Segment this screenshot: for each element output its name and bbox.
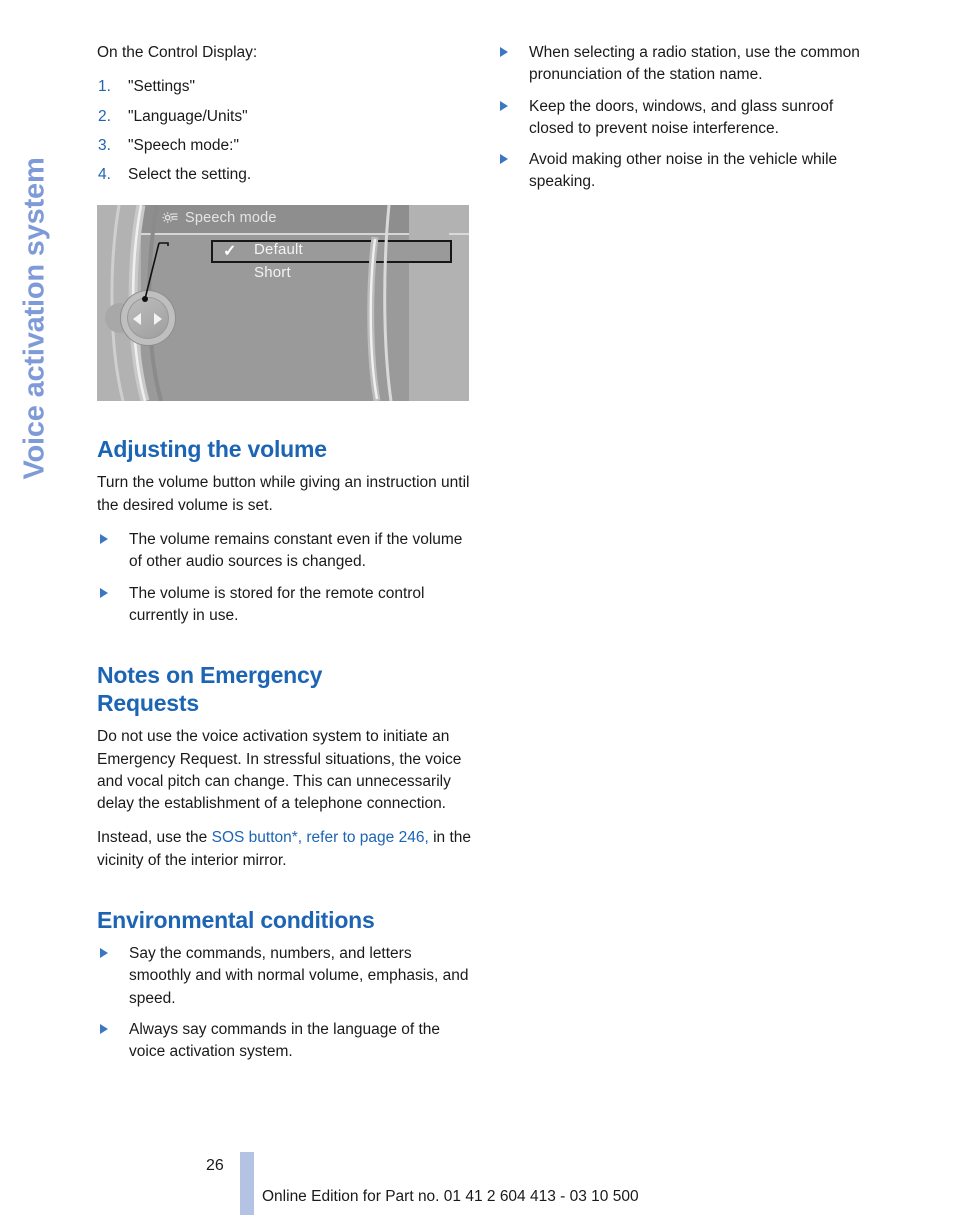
- step-text: "Language/Units": [128, 107, 248, 125]
- list-item: When selecting a radio station, use the …: [497, 42, 873, 87]
- callout-leader-line: [142, 242, 169, 303]
- bullet-list: The volume remains constant even if the …: [97, 529, 473, 627]
- list-item: The volume is stored for the remote cont…: [97, 583, 473, 628]
- step-number: 2.: [98, 107, 111, 125]
- bullet-text: The volume is stored for the remote cont…: [129, 584, 425, 624]
- triangle-bullet-icon: [100, 1023, 108, 1034]
- step-text: "Settings": [128, 78, 196, 96]
- bullet-text: The volume remains constant even if the …: [129, 531, 463, 571]
- step-text: Select the setting.: [128, 166, 252, 184]
- step-number: 3.: [98, 136, 111, 154]
- list-item: 4. Select the setting.: [97, 164, 473, 186]
- section-paragraph: Turn the volume button while giving an i…: [97, 474, 470, 514]
- list-item: Avoid making other noise in the vehicle …: [497, 149, 873, 194]
- list-item: 2. "Language/Units": [97, 106, 473, 128]
- control-display-illustration: Speech mode ✓ Default Short: [97, 205, 469, 402]
- cross-reference-prefix: Instead, use the: [97, 829, 212, 847]
- section-environmental-conditions: Environmental conditions Say the command…: [97, 906, 473, 1063]
- cross-reference-link[interactable]: SOS button*, refer to page 246,: [212, 829, 429, 846]
- bullet-text: Avoid making other noise in the vehicle …: [529, 151, 838, 191]
- section-adjusting-the-volume: Adjusting the volume Turn the volume but…: [97, 435, 473, 627]
- triangle-bullet-icon: [100, 534, 108, 545]
- bullet-text: Always say commands in the language of t…: [129, 1020, 441, 1061]
- section-heading: Adjusting the volume: [97, 436, 327, 463]
- bullet-text: Say the commands, numbers, and letters s…: [129, 945, 469, 1007]
- section-notes-on-emergency-requests: Notes on Emergency Requests Do not use t…: [97, 661, 473, 872]
- left-column: On the Control Display: 1. "Settings" 2.…: [97, 42, 473, 1073]
- triangle-bullet-icon: [100, 948, 108, 959]
- section-heading: Environmental conditions: [97, 907, 375, 934]
- list-item: 3. "Speech mode:": [97, 135, 473, 157]
- cross-reference-paragraph: Instead, use the SOS button*, refer to p…: [97, 827, 473, 872]
- running-head-label: Voice activation system: [18, 157, 51, 480]
- bullet-text: When selecting a radio station, use the …: [529, 44, 860, 84]
- list-item: 1. "Settings": [97, 76, 473, 98]
- section-heading: Notes on Emergency Requests: [97, 662, 323, 717]
- triangle-bullet-icon: [500, 154, 508, 165]
- section-paragraph: Do not use the voice activation system t…: [97, 728, 462, 813]
- step-number: 4.: [98, 166, 111, 184]
- bullet-list: When selecting a radio station, use the …: [497, 42, 873, 194]
- list-item: Keep the doors, windows, and glass sunro…: [497, 96, 873, 141]
- lead-paragraph: On the Control Display:: [97, 44, 258, 61]
- footer-edition-text: Online Edition for Part no. 01 41 2 604 …: [262, 1188, 639, 1205]
- bullet-list: Say the commands, numbers, and letters s…: [97, 943, 473, 1063]
- step-text: "Speech mode:": [128, 136, 239, 154]
- running-head: Voice activation system: [0, 28, 70, 498]
- list-item: Always say commands in the language of t…: [97, 1019, 473, 1064]
- bullet-text: Keep the doors, windows, and glass sunro…: [529, 97, 834, 137]
- list-item: The volume remains constant even if the …: [97, 529, 473, 574]
- triangle-bullet-icon: [100, 587, 108, 598]
- page-number: 26: [206, 1157, 224, 1174]
- numbered-steps-list: 1. "Settings" 2. "Language/Units" 3. "Sp…: [97, 76, 473, 186]
- list-item: Say the commands, numbers, and letters s…: [97, 943, 473, 1010]
- triangle-bullet-icon: [500, 47, 508, 57]
- step-number: 1.: [98, 78, 111, 96]
- footer-accent-bar: [240, 1152, 254, 1215]
- right-column: When selecting a radio station, use the …: [497, 42, 873, 203]
- triangle-bullet-icon: [500, 100, 508, 111]
